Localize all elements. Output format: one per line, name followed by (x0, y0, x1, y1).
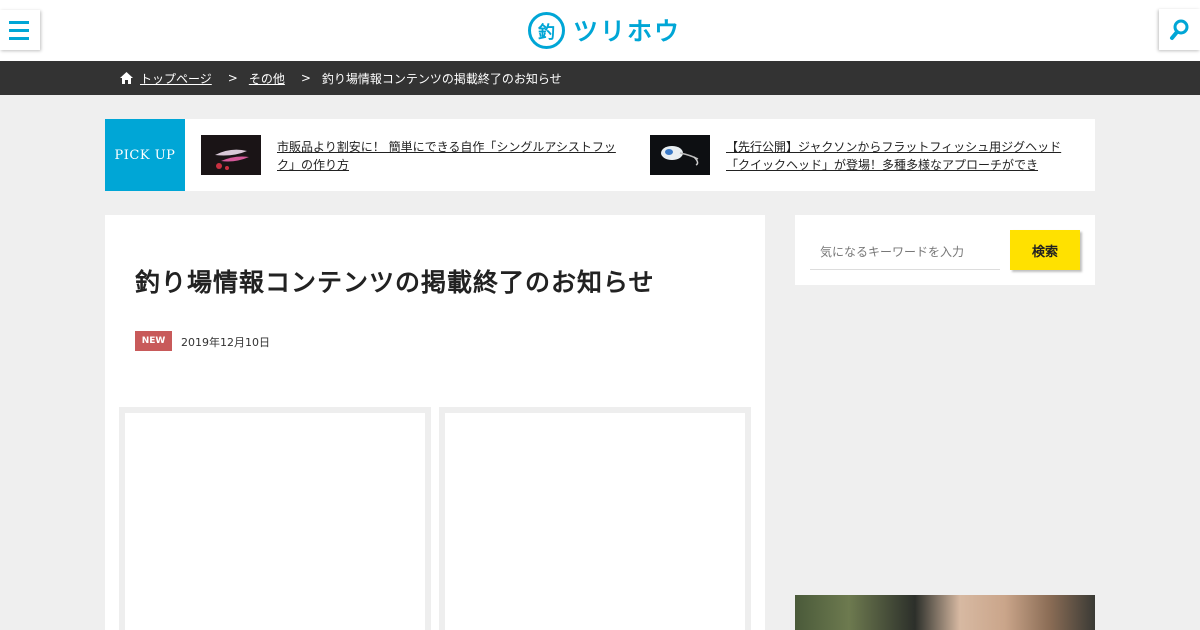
pickup-thumbnail[interactable] (650, 135, 710, 175)
pickup-label: PICK UP (105, 119, 185, 191)
search-input[interactable] (810, 234, 1000, 270)
new-badge: NEW (135, 331, 172, 351)
home-icon (120, 72, 133, 84)
pickup-item-title[interactable]: 市販品より割安に！ 簡単にできる自作「シングルアシストフック」の作り方 (277, 138, 627, 174)
hamburger-icon (9, 20, 29, 24)
breadcrumb-current: 釣り場情報コンテンツの掲載終了のお知らせ (321, 71, 562, 86)
pickup-thumbnail[interactable] (201, 135, 261, 175)
logo-text: ツリホウ (573, 17, 682, 46)
search-icon (1170, 19, 1189, 40)
article-date: 2019年12月10日 (181, 336, 270, 349)
search-button[interactable]: 検索 (1010, 230, 1080, 270)
menu-button[interactable] (0, 10, 40, 50)
breadcrumb-separator: > (300, 71, 311, 85)
site-header: 釣 ツリホウ (0, 0, 1200, 61)
ad-slot-right[interactable] (439, 407, 751, 630)
header-search-button[interactable] (1159, 9, 1200, 50)
breadcrumb-separator: > (227, 71, 238, 85)
pickup-bar: PICK UP 市販品より割安に！ 簡単にできる自作「シングルアシストフック」の… (105, 119, 1095, 191)
breadcrumb-home[interactable]: トップページ (120, 70, 212, 87)
breadcrumb-link-top[interactable]: トップページ (140, 70, 212, 87)
pickup-item[interactable]: 市販品より割安に！ 簡単にできる自作「シングルアシストフック」の作り方 (201, 135, 627, 175)
sidebar-photo[interactable] (795, 595, 1095, 630)
pickup-item[interactable]: 【先行公開】ジャクソンからフラットフィッシュ用ジグヘッド「クイックヘッド」が登場… (650, 135, 1076, 175)
breadcrumb: トップページ > その他 > 釣り場情報コンテンツの掲載終了のお知らせ (0, 61, 1200, 95)
breadcrumb-link-other[interactable]: その他 (249, 70, 285, 87)
pickup-item-title[interactable]: 【先行公開】ジャクソンからフラットフィッシュ用ジグヘッド「クイックヘッド」が登場… (726, 138, 1076, 174)
article-title: 釣り場情報コンテンツの掲載終了のお知らせ (135, 268, 655, 297)
site-logo[interactable]: 釣 ツリホウ (528, 11, 681, 49)
sidebar-search: 検索 (795, 215, 1095, 285)
ad-slot-left[interactable] (119, 407, 431, 630)
logo-mark: 釣 (528, 11, 565, 49)
article-main: 釣り場情報コンテンツの掲載終了のお知らせ NEW 2019年12月10日 (105, 215, 765, 630)
